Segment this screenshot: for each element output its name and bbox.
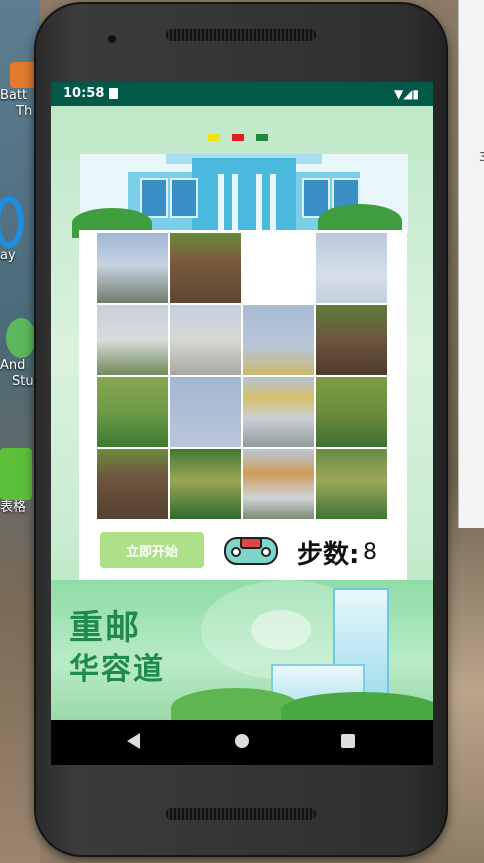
puzzle-tile[interactable]: [243, 377, 314, 447]
cat-icon: [10, 62, 36, 88]
top-speaker: [166, 29, 316, 41]
bottom-speaker: [166, 808, 316, 820]
app-content: 立即开始 步数: 8 重邮 华容道: [51, 106, 433, 720]
puzzle-tile[interactable]: [170, 377, 241, 447]
sim-icon: [109, 88, 118, 99]
status-time: 10:58: [63, 86, 105, 101]
puzzle-empty-slot[interactable]: [243, 233, 314, 303]
home-icon[interactable]: [235, 734, 249, 748]
front-camera: [108, 35, 116, 43]
puzzle-tile[interactable]: [97, 377, 168, 447]
puzzle-tile[interactable]: [316, 449, 387, 519]
desktop-icon-label: Th: [16, 104, 33, 119]
desktop-window-edge: 36: [458, 0, 484, 528]
desktop-icon-label: 表格: [0, 500, 27, 515]
steps-count: 8: [363, 540, 377, 565]
puzzle-panel: 立即开始 步数: 8: [79, 230, 407, 580]
footer-illustration: 重邮 华容道: [51, 580, 433, 720]
phone-frame: 10:58 ▼◢▮ 立即开始 步数: 8 重邮 华容道: [34, 2, 448, 857]
steps-label: 步数:: [297, 540, 360, 570]
puzzle-tile[interactable]: [97, 233, 168, 303]
spreadsheet-icon: [0, 448, 32, 500]
recents-icon[interactable]: [341, 734, 355, 748]
gamepad-icon: [224, 537, 278, 565]
puzzle-tile[interactable]: [316, 305, 387, 375]
puzzle-tile[interactable]: [316, 377, 387, 447]
start-button[interactable]: 立即开始: [100, 532, 204, 568]
puzzle-tile[interactable]: [170, 449, 241, 519]
logo-line-2: 华容道: [69, 652, 165, 687]
status-bar: 10:58 ▼◢▮: [51, 82, 433, 106]
ring-icon: [0, 196, 24, 248]
puzzle-tile[interactable]: [170, 305, 241, 375]
back-icon[interactable]: [127, 733, 140, 749]
puzzle-tile[interactable]: [316, 233, 387, 303]
desktop-icon-label: And: [0, 358, 26, 373]
puzzle-tile[interactable]: [97, 449, 168, 519]
desktop-icon-label: Stu: [12, 374, 34, 389]
sun-glow-inner: [251, 610, 311, 650]
puzzle-tile[interactable]: [170, 233, 241, 303]
puzzle-tile[interactable]: [97, 305, 168, 375]
android-studio-icon: [6, 318, 36, 358]
phone-screen: 10:58 ▼◢▮ 立即开始 步数: 8 重邮 华容道: [51, 82, 433, 765]
puzzle-tile[interactable]: [243, 305, 314, 375]
desktop-icon-label: Batt: [0, 88, 28, 103]
android-nav-bar: [51, 720, 433, 765]
signal-battery-icons: ▼◢▮: [393, 87, 419, 101]
puzzle-grid: [97, 233, 387, 519]
logo-line-1: 重邮: [69, 608, 141, 648]
window-edge-text: 36: [479, 150, 484, 164]
desktop-icon-label: ay: [0, 248, 16, 263]
puzzle-tile[interactable]: [243, 449, 314, 519]
campus-building-illustration: [72, 134, 408, 238]
